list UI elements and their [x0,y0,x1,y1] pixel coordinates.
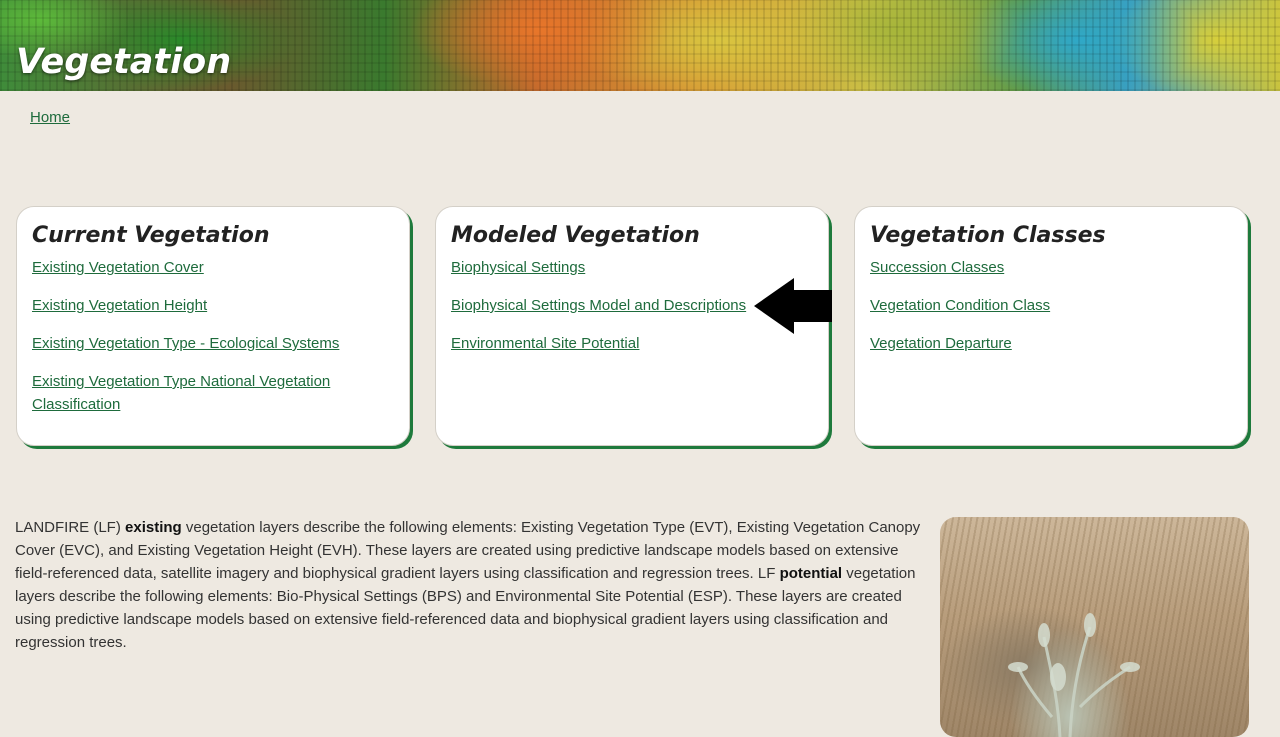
link-existing-vegetation-type-nvc[interactable]: Existing Vegetation Type National Vegeta… [32,373,330,413]
link-vegetation-departure[interactable]: Vegetation Departure [870,335,1012,352]
card-current-vegetation: Current Vegetation Existing Vegetation C… [16,206,410,446]
link-existing-vegetation-cover[interactable]: Existing Vegetation Cover [32,259,204,276]
link-vegetation-condition-class[interactable]: Vegetation Condition Class [870,297,1050,314]
intro-emphasis-potential: potential [779,565,843,582]
page-title: Vegetation [16,42,232,82]
card-title: Modeled Vegetation [451,223,700,248]
intro-paragraph: LANDFIRE (LF) existing vegetation layers… [15,516,930,654]
arrow-left-icon [754,278,832,334]
link-biophysical-settings-model-descriptions[interactable]: Biophysical Settings Model and Descripti… [451,297,746,314]
breadcrumb-home-link[interactable]: Home [30,109,70,126]
link-succession-classes[interactable]: Succession Classes [870,259,1004,276]
sagebrush-photo [940,517,1249,737]
breadcrumb: Home [30,109,70,126]
link-existing-vegetation-height[interactable]: Existing Vegetation Height [32,297,207,314]
card-title: Current Vegetation [32,223,270,248]
intro-text-1: LANDFIRE (LF) [15,519,126,536]
header-banner: Vegetation [0,0,1280,91]
card-link-list: Existing Vegetation Cover Existing Veget… [32,256,394,416]
card-link-list: Succession Classes Vegetation Condition … [870,256,1232,355]
intro-emphasis-existing: existing [125,519,182,536]
link-biophysical-settings[interactable]: Biophysical Settings [451,259,585,276]
card-vegetation-classes: Vegetation Classes Succession Classes Ve… [854,206,1248,446]
link-environmental-site-potential[interactable]: Environmental Site Potential [451,335,639,352]
link-existing-vegetation-type-ecological-systems[interactable]: Existing Vegetation Type - Ecological Sy… [32,335,339,352]
card-title: Vegetation Classes [870,223,1106,248]
